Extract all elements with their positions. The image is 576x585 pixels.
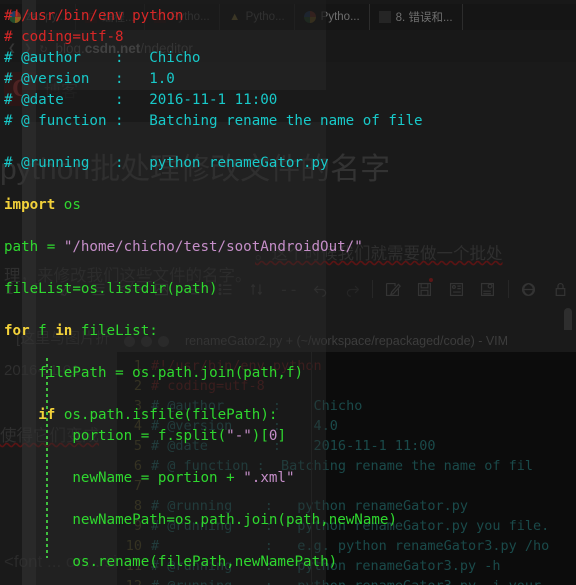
horizontal-rule-icon[interactable]: -- <box>273 275 305 303</box>
browser-tab-label: Pytho... <box>320 11 360 23</box>
blog-paragraph: [这里与图片折 <box>16 330 111 347</box>
google-favicon-icon <box>9 11 21 23</box>
blog-paragraph: 使得它们变成 <box>0 427 99 445</box>
terminal-title: renameGator2.py + (~/workspace/repackage… <box>185 334 509 348</box>
terminal-line-number: 12 <box>117 576 151 585</box>
terminal-line-number: 8 <box>133 498 142 514</box>
terminal-line-text: # @running : python renameGator3.py -h <box>151 558 501 574</box>
terminal-line-number: 10 <box>125 538 142 554</box>
browser-tab-label: Pytho... <box>170 11 210 23</box>
terminal-line-text: # : e.g. python renameGator3.py /ho <box>151 538 550 554</box>
browser-tabstrip: zar py... C 编程... C Pytho... ▲ Pytho... … <box>0 4 576 30</box>
edit-icon[interactable] <box>377 275 409 303</box>
terminal-line-number: 9 <box>133 518 142 534</box>
terminal-line: 2 # coding=utf-8 <box>117 376 576 396</box>
csdn-favicon-icon: C <box>85 11 98 23</box>
terminal-line: 5 # @date : 2016-11-1 11:00 <box>117 436 576 456</box>
terminal-line: 10 # : e.g. python renameGator3.py /ho <box>117 536 576 556</box>
browser-tab[interactable]: Pytho... <box>295 4 370 30</box>
browser-tab[interactable]: C Pytho... <box>145 4 220 30</box>
terminal-line-number: 4 <box>133 418 142 434</box>
blog-paragraph: 理，来修改我们这些文件的名字。 <box>4 267 252 285</box>
terminal-line: 6 # @ function : Batching rename the name… <box>117 456 576 476</box>
terminal-line-text: # @running : python renameGator.py you f… <box>151 518 550 534</box>
blog-paragraph: 2016-11-01 <box>4 362 80 379</box>
terminal-line: 9 # @running : python renameGator.py you … <box>117 516 576 536</box>
terminal-line-text: # @ function : Batching rename the name … <box>151 458 534 474</box>
url-text[interactable]: blog.csdn.net/ndeditor <box>55 41 192 56</box>
terminal-line-number: 2 <box>133 378 142 394</box>
browser-tab-label: zar py... <box>26 11 67 23</box>
reload-icon[interactable]: ↻ <box>40 41 48 56</box>
terminal-line-text: # @date : 2016-11-1 11:00 <box>151 438 436 454</box>
google-favicon-icon <box>303 11 316 23</box>
browser-tab[interactable]: C 编程... <box>76 4 145 30</box>
terminal-line-number: 7 <box>133 478 142 494</box>
terminal-line-number: 6 <box>133 458 142 474</box>
undo-icon[interactable] <box>305 275 337 303</box>
preview-icon[interactable] <box>440 275 472 303</box>
forward-arrow-icon[interactable]: ❯ <box>24 41 32 56</box>
terminal-line: 8 # @running : python renameGator.py <box>117 496 576 516</box>
browser-tab[interactable]: ▲ Pytho... <box>220 4 295 30</box>
terminal-body: 1 #!/usr/bin/env python 2 # coding=utf-8 3 # … <box>117 352 576 585</box>
browser-tab-label: 编程... <box>102 12 135 24</box>
blog-paragraph: 。这个时候我们就需要做一个批处 <box>255 245 503 263</box>
terminal-line-text: # @version : 4.0 <box>151 418 338 434</box>
csdn-logo[interactable]: C 博客 <box>4 72 78 106</box>
terminal-line: 11 # @running : python renameGator3.py -h <box>117 556 576 576</box>
toolbar-divider <box>371 280 373 298</box>
browser-tab[interactable]: 8. 错误和... <box>370 4 463 30</box>
linux-favicon-icon: ▲ <box>229 11 241 23</box>
csdn-favicon-icon: C <box>153 11 166 23</box>
close-button-icon[interactable] <box>124 335 135 347</box>
csdn-mark-icon: C <box>4 72 38 106</box>
back-arrow-icon[interactable]: ❮ <box>8 41 16 56</box>
terminal-line: 12# @running : python renameGator3.py -i… <box>117 576 576 585</box>
terminal-line-text: # @running : python renameGator3.py -i y… <box>151 576 541 585</box>
terminal-line: 3 # @author : Chicho <box>117 396 576 416</box>
browser-urlbar[interactable]: ❮ ❯ ↻ blog.csdn.net/ndeditor <box>0 34 576 62</box>
browser-tab-label: 8. 错误和... <box>395 12 453 24</box>
blog-paragraph: <font ... or ... si <box>4 552 117 571</box>
terminal-window: renameGator2.py + (~/workspace/repackage… <box>117 330 576 585</box>
doc-favicon-icon <box>378 11 391 23</box>
terminal-line-text: # @author : Chicho <box>151 398 363 414</box>
terminal-line: 7 <box>117 476 576 496</box>
terminal-line: 1 #!/usr/bin/env python <box>117 356 576 376</box>
terminal-line-number: 1 <box>133 358 142 374</box>
settings-doc-icon[interactable] <box>472 275 504 303</box>
terminal-titlebar[interactable]: renameGator2.py + (~/workspace/repackage… <box>117 330 576 352</box>
globe-icon[interactable] <box>513 275 545 303</box>
terminal-line-number: 5 <box>133 438 142 454</box>
redo-icon[interactable] <box>336 275 368 303</box>
terminal-line-number: 11 <box>125 558 142 574</box>
terminal-line: 4 # @version : 4.0 <box>117 416 576 436</box>
terminal-line-text: # @running : python renameGator.py <box>151 498 468 514</box>
toolbar-divider <box>507 280 509 298</box>
minimize-button-icon[interactable] <box>141 335 152 347</box>
browser-tab[interactable]: zar py... <box>0 4 77 30</box>
blog-page-title: python批处理修改文件的名字 <box>0 153 391 186</box>
terminal-line-text: #!/usr/bin/env python <box>151 358 322 374</box>
terminal-line-number: 3 <box>133 398 142 414</box>
save-icon[interactable] <box>409 275 441 303</box>
maximize-button-icon[interactable] <box>158 335 169 347</box>
terminal-column-guide <box>311 352 312 585</box>
terminal-line-text: # coding=utf-8 <box>151 378 265 394</box>
csdn-brand-label: 博客 <box>44 81 78 101</box>
screen: zar py... C 编程... C Pytho... ▲ Pytho... … <box>0 0 576 585</box>
browser-tab-label: Pytho... <box>245 11 285 23</box>
lock-icon[interactable] <box>544 275 576 303</box>
